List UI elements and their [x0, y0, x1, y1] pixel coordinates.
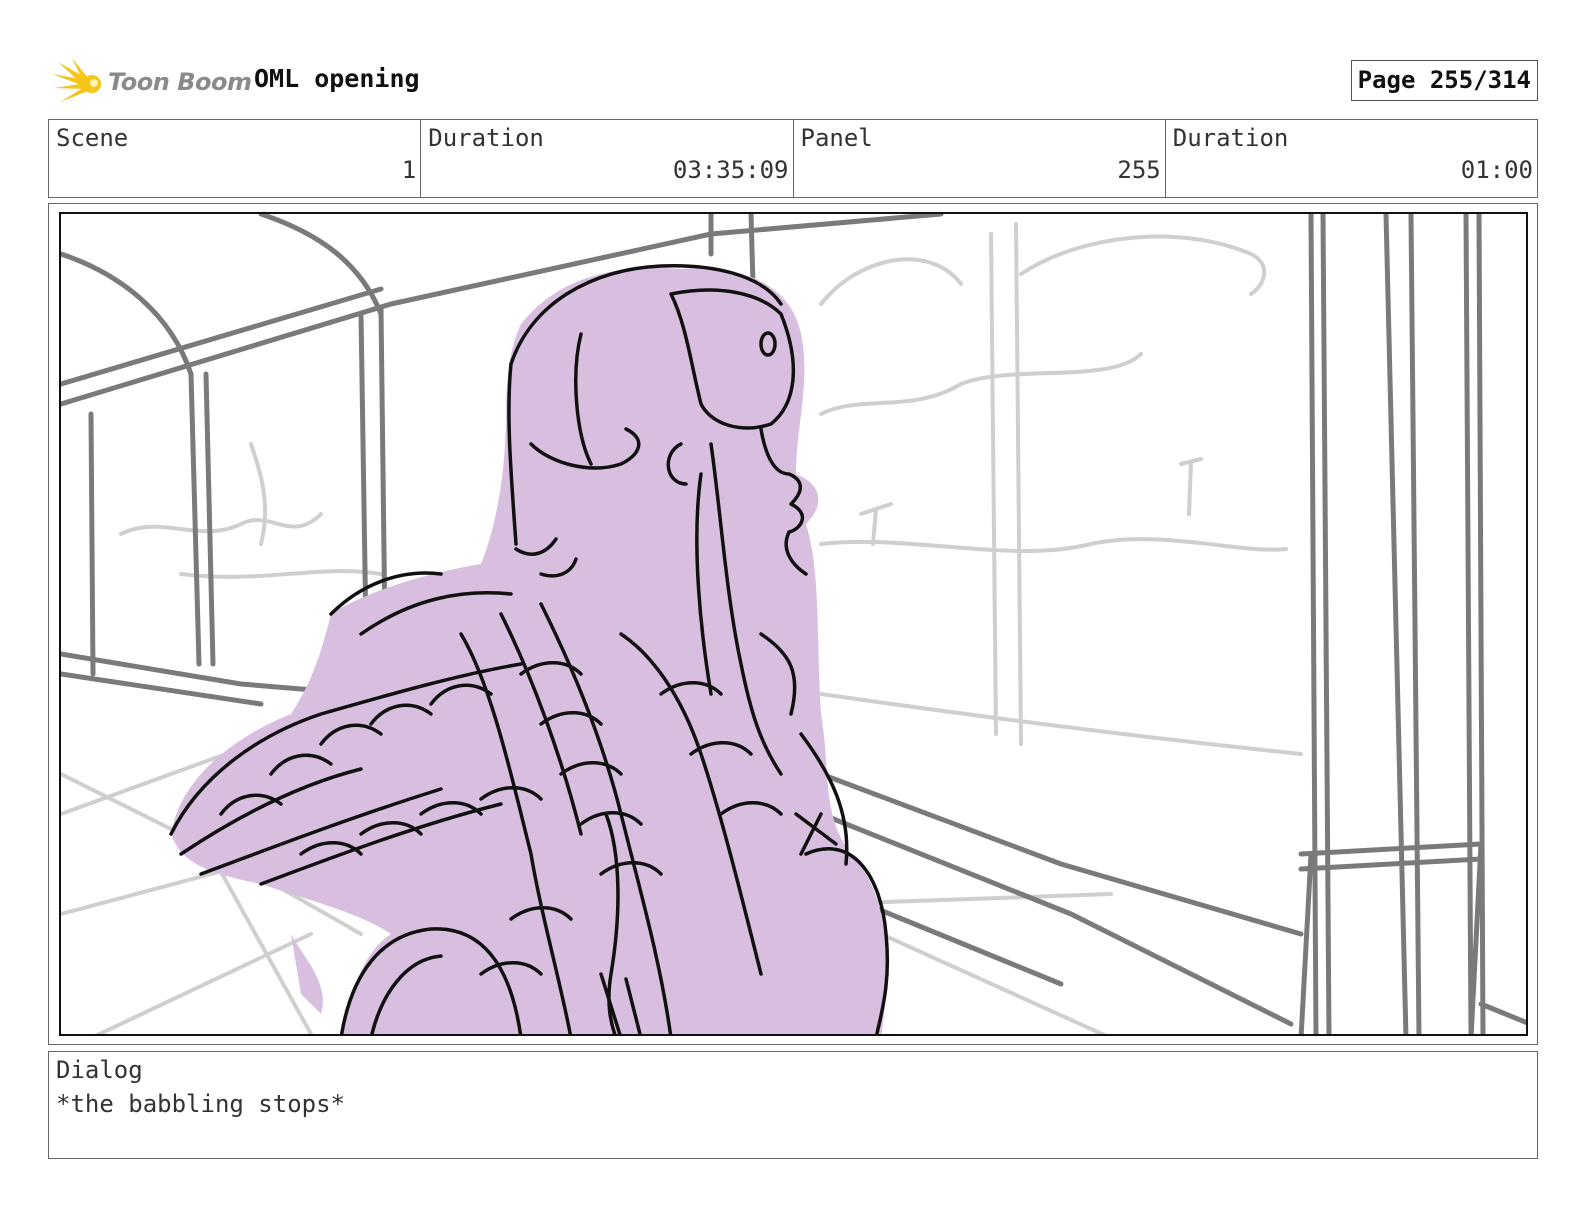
panel-duration-label: Duration — [1172, 124, 1289, 152]
panel-duration-cell: Duration 01:00 — [1166, 120, 1537, 197]
scene-duration-label: Duration — [428, 124, 544, 152]
logo-text: Toon Boom — [108, 68, 252, 96]
page-number: Page 255/314 — [1350, 60, 1538, 101]
scene-value: 1 — [401, 156, 417, 184]
project-title: OML opening — [254, 64, 420, 93]
panel-info-row: Scene 1 Duration 03:35:09 Panel 255 Dura… — [48, 119, 1538, 198]
toon-boom-logo: Toon Boom — [52, 56, 252, 108]
storyboard-sketch — [59, 212, 1528, 1036]
scene-duration-cell: Duration 03:35:09 — [421, 120, 794, 197]
scene-label: Scene — [56, 124, 129, 152]
scene-cell: Scene 1 — [49, 120, 422, 197]
panel-cell: Panel 255 — [794, 120, 1166, 197]
dialog-box: Dialog *the babbling stops* — [48, 1051, 1538, 1159]
sketch-drawing — [61, 214, 1526, 1034]
scene-duration-value: 03:35:09 — [672, 156, 789, 184]
panel-value: 255 — [1117, 156, 1161, 184]
panel-label: Panel — [800, 124, 873, 152]
character-fill — [171, 267, 887, 1034]
storyboard-header: Toon Boom OML opening Page 255/314 — [48, 52, 1538, 108]
sunburst-icon — [52, 58, 101, 102]
panel-frame — [48, 203, 1538, 1045]
dialog-text: *the babbling stops* — [56, 1090, 345, 1118]
dialog-label: Dialog — [56, 1056, 143, 1084]
panel-duration-value: 01:00 — [1460, 156, 1533, 184]
